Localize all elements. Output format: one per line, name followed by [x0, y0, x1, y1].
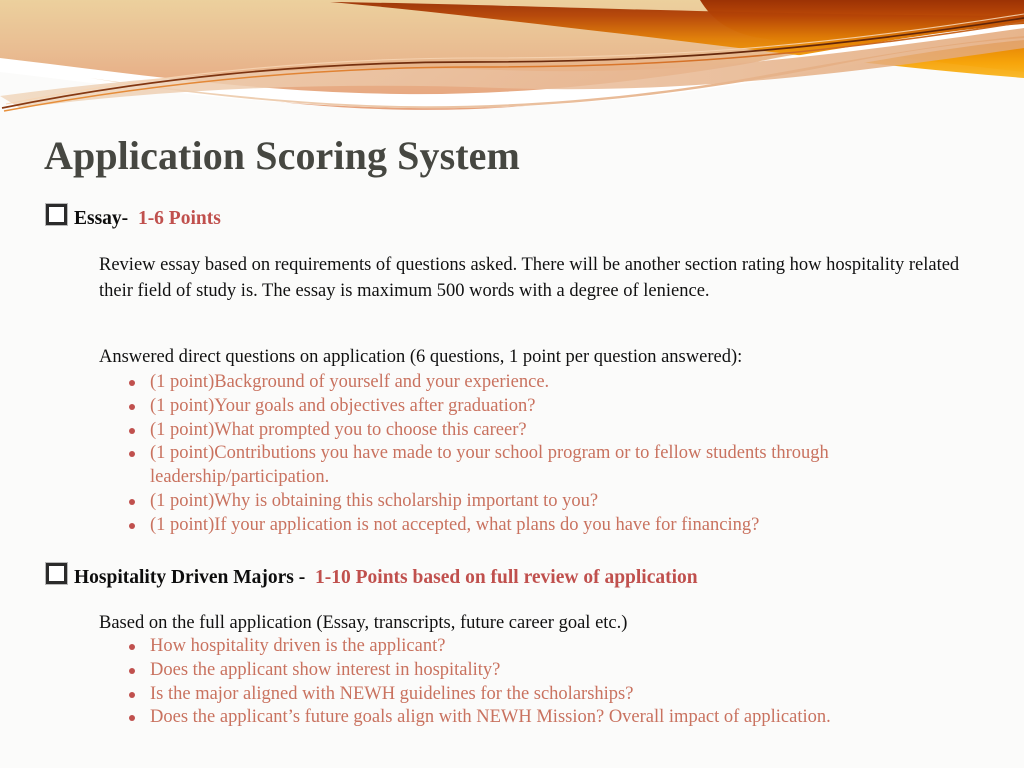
list-item: (1 point)Your goals and objectives after…	[120, 395, 970, 419]
list-item-text: Is the major aligned with NEWH guideline…	[150, 683, 634, 704]
list-item-text: Your goals and objectives after graduati…	[214, 395, 536, 416]
section-heading-essay: Essay- 1-6 Points	[46, 204, 221, 230]
list-item-text: If your application is not accepted, wha…	[214, 514, 760, 535]
list-item-text: What prompted you to choose this career?	[214, 419, 527, 440]
list-item-points: (1 point)	[150, 372, 215, 392]
list-item-text: Background of yourself and your experien…	[214, 372, 550, 392]
list-item-text: Contributions you have made to your scho…	[150, 443, 829, 488]
list-item-text: How hospitality driven is the applicant?	[150, 636, 446, 656]
list-item: (1 point)Background of yourself and your…	[120, 371, 970, 395]
list-item-points: (1 point)	[150, 395, 215, 416]
list-item-points: (1 point)	[150, 419, 215, 440]
majors-description-paragraph: Based on the full application (Essay, tr…	[99, 613, 628, 633]
list-item-points: (1 point)	[150, 490, 215, 511]
list-item: (1 point)Contributions you have made to …	[120, 442, 970, 490]
page-title: Application Scoring System	[44, 133, 520, 178]
list-item: How hospitality driven is the applicant?	[120, 635, 970, 659]
list-item: (1 point)Why is obtaining this scholarsh…	[120, 490, 970, 514]
list-item: Does the applicant’s future goals align …	[120, 706, 970, 730]
list-item-points: (1 point)	[150, 443, 215, 464]
list-item-text: Does the applicant show interest in hosp…	[150, 659, 501, 680]
essay-question-list: (1 point)Background of yourself and your…	[120, 371, 970, 538]
list-item: Does the applicant show interest in hosp…	[120, 659, 970, 683]
list-item-text: Why is obtaining this scholarship import…	[214, 490, 599, 511]
section-label-essay: Essay-	[74, 208, 129, 229]
slide-content: Application Scoring System Essay- 1-6 Po…	[0, 0, 1024, 768]
list-item-text: Does the applicant’s future goals align …	[150, 707, 831, 728]
list-item: Is the major aligned with NEWH guideline…	[120, 683, 970, 707]
section-points-essay: 1-6 Points	[137, 208, 221, 229]
section-points-majors: 1-10 Points based on full review of appl…	[315, 567, 698, 588]
essay-description-paragraph: Review essay based on requirements of qu…	[99, 255, 960, 301]
checkbox-square-icon	[46, 563, 67, 584]
list-item: (1 point)What prompted you to choose thi…	[120, 419, 970, 443]
section-heading-majors: Hospitality Driven Majors - 1-10 Points …	[46, 563, 698, 589]
majors-criteria-list: How hospitality driven is the applicant?…	[120, 635, 970, 730]
list-item: (1 point)If your application is not acce…	[120, 514, 970, 538]
section-label-majors: Hospitality Driven Majors -	[74, 567, 306, 588]
essay-questions-intro: Answered direct questions on application…	[99, 347, 743, 367]
list-item-points: (1 point)	[150, 514, 215, 535]
checkbox-square-icon	[46, 204, 67, 225]
